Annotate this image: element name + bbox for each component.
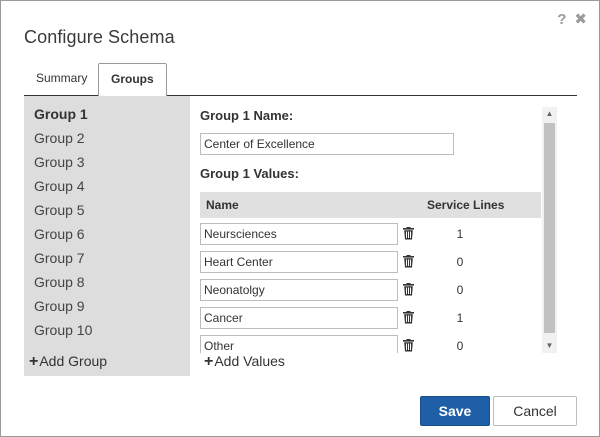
service-lines-count: 1	[456, 311, 464, 325]
add-group-button[interactable]: +Add Group	[29, 353, 107, 371]
value-name-input[interactable]	[200, 223, 398, 245]
table-row: 0	[200, 279, 541, 301]
save-button[interactable]: Save	[420, 396, 490, 426]
help-icon[interactable]: ?	[557, 11, 566, 29]
sidebar-item-group-8[interactable]: Group 8	[34, 274, 85, 290]
service-lines-count: 0	[456, 283, 464, 297]
cancel-button[interactable]: Cancel	[493, 396, 577, 426]
column-header-name: Name	[206, 198, 239, 212]
table-row: 0	[200, 335, 541, 353]
sidebar-item-group-5[interactable]: Group 5	[34, 202, 85, 218]
value-name-input[interactable]	[200, 251, 398, 273]
column-header-service-lines: Service Lines	[427, 198, 505, 212]
tab-bar: Summary Groups	[24, 63, 577, 97]
trash-icon[interactable]	[403, 339, 414, 352]
sidebar-item-group-3[interactable]: Group 3	[34, 154, 85, 170]
value-name-input[interactable]	[200, 335, 398, 353]
add-group-label: Add Group	[39, 353, 108, 369]
dialog-controls: ? ✖	[557, 11, 587, 29]
values-table-header: Name Service Lines	[200, 192, 541, 218]
value-name-input[interactable]	[200, 279, 398, 301]
service-lines-count: 0	[456, 255, 464, 269]
service-lines-count: 0	[456, 339, 464, 353]
sidebar-item-group-1[interactable]: Group 1	[34, 106, 88, 122]
dialog-title: Configure Schema	[24, 27, 175, 47]
plus-icon: +	[204, 353, 214, 370]
value-name-input[interactable]	[200, 307, 398, 329]
group-values-label: Group 1 Values:	[200, 166, 299, 181]
sidebar-item-group-6[interactable]: Group 6	[34, 226, 85, 242]
scroll-up-arrow-icon[interactable]: ▲	[542, 107, 557, 121]
sidebar-item-group-10[interactable]: Group 10	[34, 322, 92, 338]
close-icon[interactable]: ✖	[574, 11, 587, 29]
sidebar-item-group-4[interactable]: Group 4	[34, 178, 85, 194]
add-values-button[interactable]: +Add Values	[204, 353, 285, 371]
sidebar-item-group-7[interactable]: Group 7	[34, 250, 85, 266]
tab-summary[interactable]: Summary	[24, 63, 99, 96]
group-detail-panel: Group 1 Name: Group 1 Values: Name Servi…	[200, 96, 557, 376]
configure-schema-dialog: Configure Schema ? ✖ Summary Groups Grou…	[0, 0, 600, 437]
sidebar-item-group-2[interactable]: Group 2	[34, 130, 85, 146]
table-row: 1	[200, 223, 541, 245]
table-row: 1	[200, 307, 541, 329]
group-name-input[interactable]	[200, 133, 454, 155]
plus-icon: +	[29, 353, 39, 370]
trash-icon[interactable]	[403, 311, 414, 324]
scroll-down-arrow-icon[interactable]: ▼	[542, 339, 557, 353]
scroll-thumb[interactable]	[544, 123, 555, 333]
trash-icon[interactable]	[403, 227, 414, 240]
groups-sidebar: Group 1 Group 2 Group 3 Group 4 Group 5 …	[24, 96, 190, 376]
table-row: 0	[200, 251, 541, 273]
service-lines-count: 1	[456, 227, 464, 241]
add-values-label: Add Values	[214, 353, 285, 369]
tab-groups[interactable]: Groups	[98, 63, 167, 97]
scrollbar[interactable]: ▲ ▼	[542, 107, 557, 353]
sidebar-item-group-9[interactable]: Group 9	[34, 298, 85, 314]
trash-icon[interactable]	[403, 255, 414, 268]
trash-icon[interactable]	[403, 283, 414, 296]
group-name-label: Group 1 Name:	[200, 108, 294, 123]
